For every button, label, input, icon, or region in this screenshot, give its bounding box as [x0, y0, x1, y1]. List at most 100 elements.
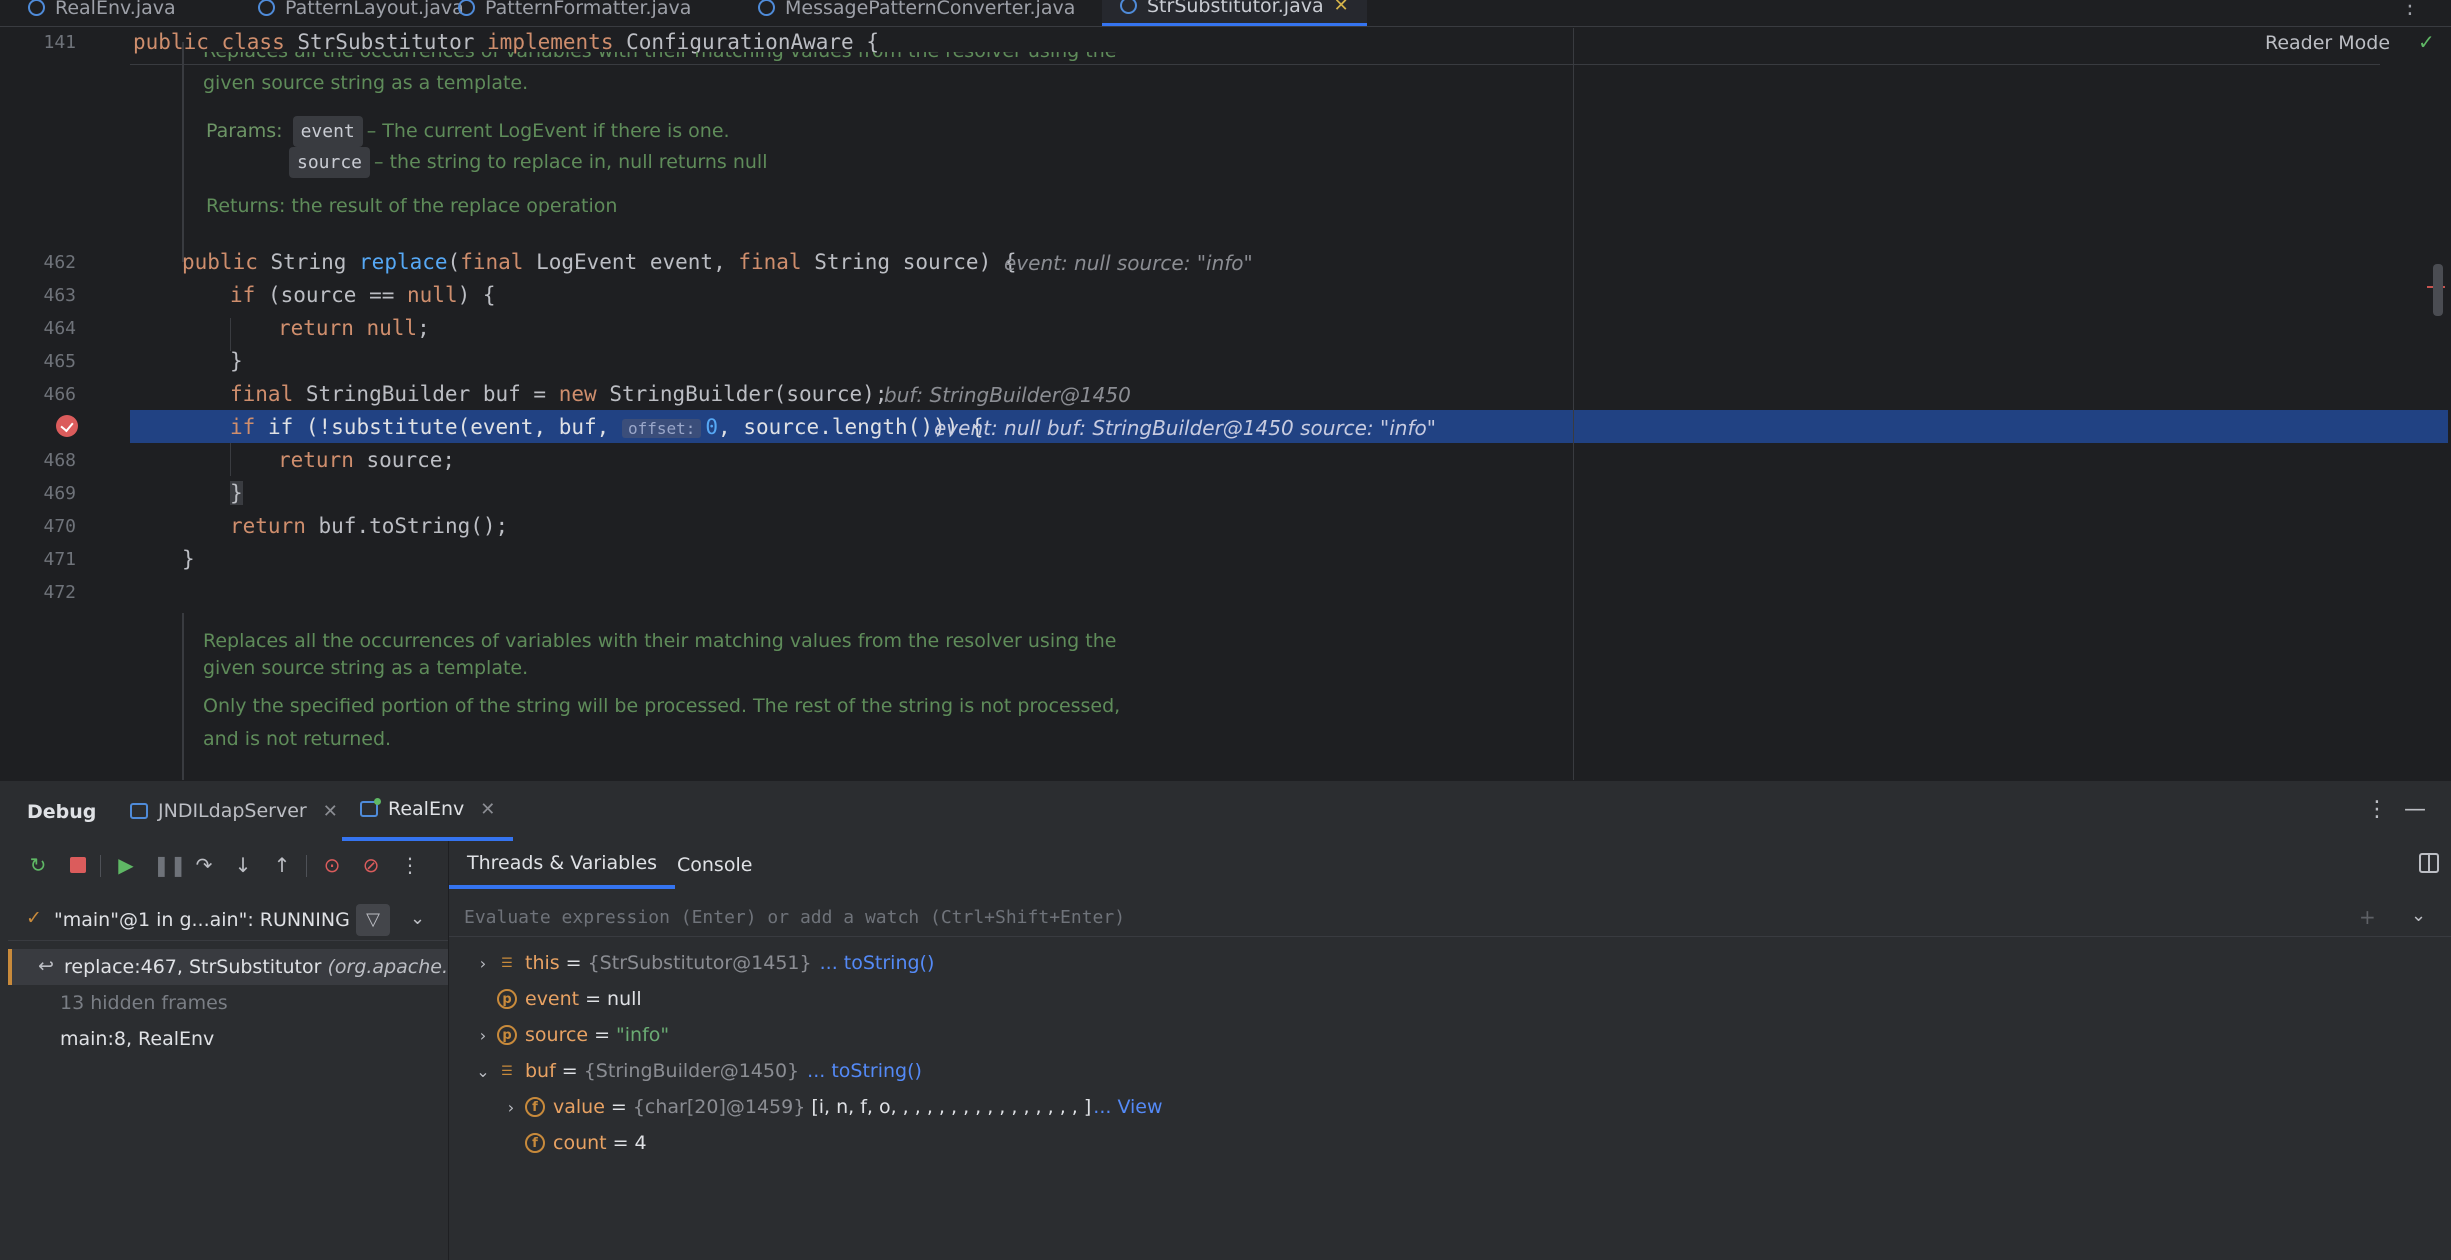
param-desc: – the string to replace in, null returns…: [374, 151, 768, 173]
equals-sign: =: [594, 1024, 611, 1046]
return-arrow-icon: ↩: [38, 955, 54, 977]
chevron-right-icon[interactable]: ›: [497, 1098, 525, 1117]
code-editor[interactable]: 141 public class StrSubstitutor implemen…: [0, 28, 2451, 780]
session-tab-jndildapserver[interactable]: JNDILdapServer ✕: [112, 781, 356, 841]
editor-tab-realenv[interactable]: RealEnv.java: [10, 0, 194, 26]
debug-toolbar: ↻ ▶ ❚❚ ↷ ↓ ↑ ⊙ ⊘ ⋮: [0, 841, 448, 889]
view-link[interactable]: ... View: [1093, 1096, 1162, 1118]
java-class-icon: [758, 0, 775, 16]
code-fragment: if (!substitute(event, buf,: [267, 415, 622, 439]
current-execution-line[interactable]: if if (!substitute(event, buf, offset: 0,…: [230, 415, 984, 439]
code-fragment: 0: [705, 415, 719, 439]
mute-breakpoints-icon[interactable]: ⊘: [359, 853, 383, 877]
step-out-icon[interactable]: ↑: [270, 853, 294, 877]
step-into-icon[interactable]: ↓: [231, 853, 255, 877]
variable-row-count[interactable]: f count = 4: [497, 1125, 647, 1161]
editor-tab-label: PatternFormatter.java: [485, 0, 692, 19]
close-icon[interactable]: ✕: [323, 801, 338, 822]
chevron-right-icon[interactable]: ›: [469, 954, 497, 973]
thread-selector[interactable]: ✓ "main"@1 in g...ain": RUNNING ▽ ⌄: [8, 901, 448, 941]
inline-debug-value: event: null buf: StringBuilder@1450 sour…: [934, 416, 1436, 440]
param-chip: event: [292, 116, 363, 147]
doc-line: Replaces all the occurrences of variable…: [203, 630, 1117, 652]
variable-row-value[interactable]: › f value = {char[20]@1459} [i, n, f, o,…: [497, 1089, 1163, 1125]
field-icon: f: [525, 1097, 545, 1117]
doc-params-label: Params:: [206, 120, 283, 142]
variable-row-source[interactable]: › p source = "info": [469, 1017, 669, 1053]
code-line[interactable]: return null;: [278, 316, 430, 340]
frame-label: 13 hidden frames: [60, 992, 228, 1014]
run-config-icon: [130, 803, 148, 819]
line-number: 468: [43, 450, 76, 471]
editor-tab-strsubstitutor[interactable]: StrSubstitutor.java ✕: [1102, 0, 1367, 26]
more-actions-icon[interactable]: ⋮: [398, 853, 422, 877]
code-line[interactable]: return source;: [278, 448, 455, 472]
session-tab-realenv[interactable]: RealEnv ✕: [342, 781, 514, 841]
more-options-icon[interactable]: ⋮: [2366, 797, 2388, 822]
editor-tab-label: StrSubstitutor.java: [1147, 0, 1324, 17]
sticky-class-header[interactable]: public class StrSubstitutor implements C…: [133, 30, 879, 54]
frame-label: replace:467, StrSubstitutor (org.apache.…: [64, 956, 448, 978]
frame-label: main:8, RealEnv: [60, 1028, 215, 1050]
variable-name: count: [553, 1132, 607, 1154]
line-number: 465: [43, 351, 76, 372]
reader-mode-button[interactable]: Reader Mode: [2265, 32, 2390, 54]
hidden-frames-item[interactable]: 13 hidden frames: [8, 985, 448, 1021]
rerun-icon[interactable]: ↻: [26, 853, 50, 877]
editor-scrollbar[interactable]: [2433, 264, 2443, 316]
code-line[interactable]: }: [182, 547, 195, 571]
chevron-down-icon[interactable]: ⌄: [410, 908, 425, 929]
filter-icon[interactable]: ▽: [356, 904, 390, 936]
editor-tab-messagepatternconverter[interactable]: MessagePatternConverter.java: [740, 0, 1093, 26]
line-number: 463: [43, 285, 76, 306]
more-tabs-icon[interactable]: ⋮: [2399, 0, 2421, 19]
variable-row-this[interactable]: › ☰ this = {StrSubstitutor@1451} ... toS…: [469, 945, 935, 981]
stop-icon[interactable]: [66, 853, 90, 877]
chevron-right-icon[interactable]: ›: [469, 1026, 497, 1045]
minimize-icon[interactable]: —: [2404, 797, 2426, 822]
step-over-icon[interactable]: ↷: [192, 853, 216, 877]
doc-line: Only the specified portion of the string…: [203, 695, 1121, 717]
variable-row-event[interactable]: p event = null: [469, 981, 642, 1017]
frame-item[interactable]: main:8, RealEnv: [8, 1021, 448, 1057]
code-line[interactable]: return buf.toString();: [230, 514, 508, 538]
code-line[interactable]: public String replace(final LogEvent eve…: [182, 250, 1017, 274]
breakpoint-icon[interactable]: [56, 415, 78, 437]
doc-comment-bar: [182, 613, 184, 780]
debug-tool-window: Debug JNDILdapServer ✕ RealEnv ✕ ⋮ — ↻ ▶…: [0, 780, 2451, 1260]
close-icon[interactable]: ✕: [480, 799, 495, 820]
view-breakpoints-icon[interactable]: ⊙: [320, 853, 344, 877]
java-class-icon: [1120, 0, 1137, 14]
resume-icon[interactable]: ▶: [114, 853, 138, 877]
variable-name: buf: [525, 1060, 556, 1082]
frame-item[interactable]: ↩ replace:467, StrSubstitutor (org.apach…: [8, 949, 448, 985]
code-line[interactable]: if (source == null) {: [230, 283, 496, 307]
chevron-down-icon[interactable]: ⌄: [2411, 905, 2426, 926]
code-line[interactable]: }: [230, 481, 243, 505]
chevron-down-icon[interactable]: ⌄: [469, 1062, 497, 1081]
tab-console[interactable]: Console: [659, 841, 770, 889]
run-config-icon: [360, 798, 381, 817]
equals-sign: =: [612, 1132, 629, 1154]
variables-tree: › ☰ this = {StrSubstitutor@1451} ... toS…: [449, 945, 2451, 1260]
equals-sign: =: [610, 1096, 627, 1118]
tostring-link[interactable]: ... toString(): [807, 1060, 922, 1082]
add-watch-icon[interactable]: +: [2359, 905, 2376, 929]
variable-type: {StringBuilder@1450}: [583, 1060, 800, 1082]
code-line[interactable]: final StringBuilder buf = new StringBuil…: [230, 382, 887, 406]
param-desc: – The current LogEvent if there is one.: [366, 120, 730, 142]
code-line[interactable]: }: [230, 349, 243, 373]
variable-value: null: [607, 988, 642, 1010]
close-tab-icon[interactable]: ✕: [1334, 0, 1349, 16]
thread-check-icon: ✓: [26, 907, 42, 929]
layout-icon[interactable]: [2419, 853, 2439, 873]
tab-threads-variables[interactable]: Threads & Variables: [449, 841, 676, 889]
variable-row-buf[interactable]: ⌄ ☰ buf = {StringBuilder@1450} ... toStr…: [469, 1053, 922, 1089]
doc-line: given source string as a template.: [203, 657, 529, 679]
inline-debug-value: buf: StringBuilder@1450: [884, 383, 1131, 407]
evaluate-expression-input[interactable]: [464, 901, 1964, 933]
inspection-ok-icon[interactable]: ✓: [2418, 30, 2435, 54]
pause-icon[interactable]: ❚❚: [153, 853, 187, 877]
editor-tab-patternformatter[interactable]: PatternFormatter.java: [440, 0, 709, 26]
tostring-link[interactable]: ... toString(): [820, 952, 935, 974]
